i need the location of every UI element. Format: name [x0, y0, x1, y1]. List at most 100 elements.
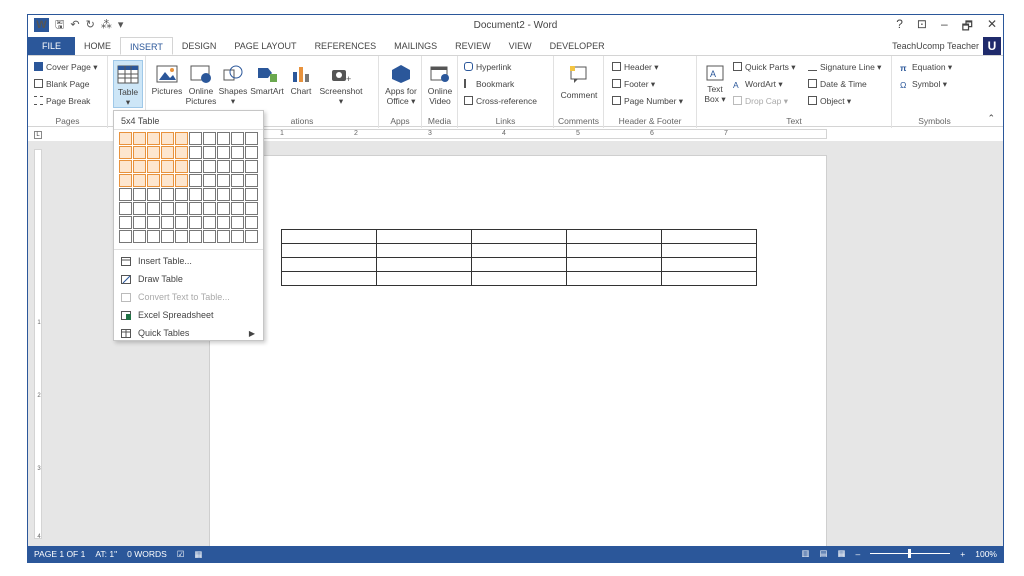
grid-cell[interactable]	[203, 188, 216, 201]
grid-cell[interactable]	[245, 202, 258, 215]
grid-cell[interactable]	[119, 146, 132, 159]
grid-cell[interactable]	[119, 188, 132, 201]
grid-cell[interactable]	[245, 230, 258, 243]
convert-text-to-table-menu-item[interactable]: Convert Text to Table...	[118, 289, 261, 306]
quick-tables-menu-item[interactable]: Quick Tables ▶	[118, 325, 261, 342]
page-break-button[interactable]: Page Break	[34, 96, 90, 106]
grid-cell[interactable]	[175, 188, 188, 201]
grid-cell[interactable]	[245, 216, 258, 229]
grid-cell[interactable]	[119, 132, 132, 145]
equation-button[interactable]: π Equation ▾	[900, 62, 952, 73]
table-cell[interactable]	[566, 243, 662, 258]
grid-cell[interactable]	[231, 160, 244, 173]
table-cell[interactable]	[661, 243, 757, 258]
grid-cell[interactable]	[217, 216, 230, 229]
tab-review[interactable]: REVIEW	[446, 37, 500, 55]
grid-cell[interactable]	[245, 132, 258, 145]
cursor-position[interactable]: AT: 1"	[95, 549, 117, 560]
grid-cell[interactable]	[161, 216, 174, 229]
draw-table-menu-item[interactable]: Draw Table	[118, 271, 261, 288]
grid-cell[interactable]	[147, 132, 160, 145]
grid-cell[interactable]	[161, 132, 174, 145]
minimize-icon[interactable]: –	[941, 17, 948, 38]
table-cell[interactable]	[281, 229, 377, 244]
grid-cell[interactable]	[175, 174, 188, 187]
grid-cell[interactable]	[217, 146, 230, 159]
grid-cell[interactable]	[133, 160, 146, 173]
help-icon[interactable]: ?	[896, 17, 903, 38]
grid-cell[interactable]	[189, 174, 202, 187]
table-cell[interactable]	[281, 257, 377, 272]
cover-page-button[interactable]: Cover Page ▾	[34, 62, 98, 72]
grid-cell[interactable]	[189, 230, 202, 243]
grid-cell[interactable]	[161, 174, 174, 187]
grid-cell[interactable]	[161, 202, 174, 215]
grid-cell[interactable]	[217, 132, 230, 145]
grid-cell[interactable]	[203, 174, 216, 187]
grid-cell[interactable]	[147, 174, 160, 187]
web-layout-icon[interactable]: ▦	[838, 548, 846, 559]
table-cell[interactable]	[376, 243, 472, 258]
tab-references[interactable]: REFERENCES	[306, 37, 386, 55]
grid-cell[interactable]	[175, 230, 188, 243]
page-number-button[interactable]: Page Number ▾	[612, 96, 683, 106]
user-name[interactable]: TeachUcomp Teacher	[892, 41, 979, 51]
table-cell[interactable]	[376, 229, 472, 244]
grid-cell[interactable]	[133, 146, 146, 159]
collapse-ribbon-icon[interactable]: ⌃	[987, 113, 995, 124]
excel-spreadsheet-menu-item[interactable]: Excel Spreadsheet	[118, 307, 261, 324]
grid-cell[interactable]	[133, 230, 146, 243]
table-cell[interactable]	[566, 229, 662, 244]
tab-view[interactable]: VIEW	[500, 37, 541, 55]
grid-cell[interactable]	[203, 202, 216, 215]
table-button[interactable]: Table ▾	[113, 60, 143, 108]
cross-reference-button[interactable]: Cross-reference	[464, 96, 537, 106]
online-pictures-button[interactable]: Online Pictures	[184, 64, 218, 106]
grid-cell[interactable]	[147, 146, 160, 159]
table-cell[interactable]	[376, 257, 472, 272]
grid-cell[interactable]	[133, 188, 146, 201]
table-cell[interactable]	[661, 271, 757, 286]
grid-cell[interactable]	[119, 160, 132, 173]
grid-cell[interactable]	[175, 132, 188, 145]
insert-table-menu-item[interactable]: Insert Table...	[118, 253, 261, 270]
grid-cell[interactable]	[231, 146, 244, 159]
grid-cell[interactable]	[175, 146, 188, 159]
vertical-ruler[interactable]: 1 2 3 4	[34, 149, 42, 540]
grid-cell[interactable]	[203, 146, 216, 159]
grid-cell[interactable]	[161, 188, 174, 201]
footer-button[interactable]: Footer ▾	[612, 79, 655, 89]
document-page[interactable]	[209, 155, 827, 555]
tab-selector-icon[interactable]: L	[34, 131, 42, 139]
grid-cell[interactable]	[245, 146, 258, 159]
tab-file[interactable]: FILE	[28, 37, 76, 55]
grid-cell[interactable]	[217, 202, 230, 215]
grid-cell[interactable]	[161, 160, 174, 173]
symbol-button[interactable]: Ω Symbol ▾	[900, 79, 947, 90]
grid-cell[interactable]	[231, 216, 244, 229]
grid-cell[interactable]	[203, 132, 216, 145]
zoom-out-icon[interactable]: –	[856, 549, 861, 559]
grid-cell[interactable]	[147, 188, 160, 201]
bookmark-button[interactable]: Bookmark	[464, 79, 514, 89]
table-cell[interactable]	[471, 229, 567, 244]
grid-cell[interactable]	[231, 230, 244, 243]
tab-developer[interactable]: DEVELOPER	[541, 37, 614, 55]
blank-page-button[interactable]: Blank Page	[34, 79, 89, 89]
grid-cell[interactable]	[119, 202, 132, 215]
grid-cell[interactable]	[147, 216, 160, 229]
tab-design[interactable]: DESIGN	[173, 37, 226, 55]
table-grid-picker[interactable]	[119, 132, 258, 243]
tab-home[interactable]: HOME	[75, 37, 120, 55]
zoom-slider-thumb[interactable]	[908, 549, 912, 558]
grid-cell[interactable]	[231, 188, 244, 201]
grid-cell[interactable]	[147, 160, 160, 173]
grid-cell[interactable]	[217, 230, 230, 243]
grid-cell[interactable]	[231, 174, 244, 187]
comment-button[interactable]: Comment	[556, 64, 602, 100]
grid-cell[interactable]	[175, 216, 188, 229]
grid-cell[interactable]	[245, 160, 258, 173]
proofing-icon[interactable]: ☑	[177, 549, 185, 560]
table-cell[interactable]	[281, 271, 377, 286]
grid-cell[interactable]	[217, 160, 230, 173]
